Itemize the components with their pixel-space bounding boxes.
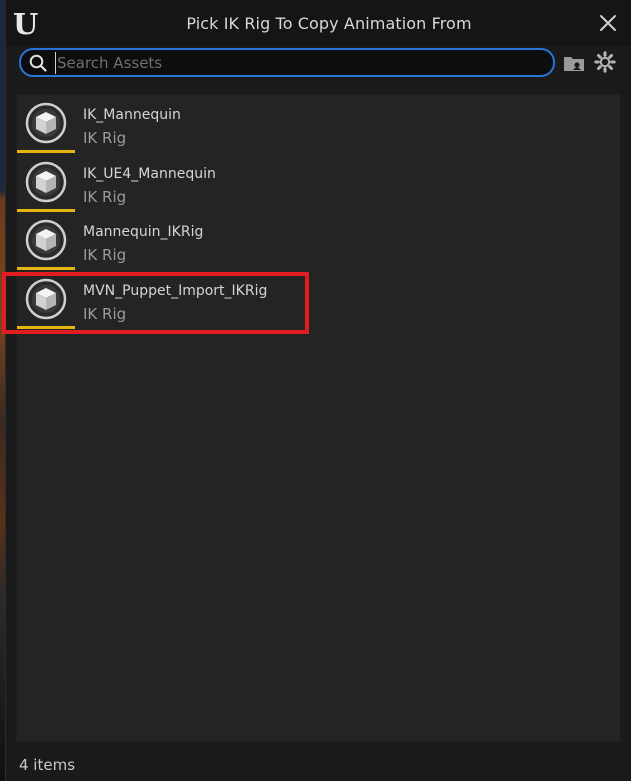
asset-item-mannequin-ikrig[interactable]: Mannequin_IKRig IK Rig	[17, 214, 622, 272]
picker-dialog: U Pick IK Rig To Copy Animation From Sea…	[5, 0, 631, 781]
asset-thumbnail	[17, 97, 75, 153]
asset-type: IK Rig	[83, 129, 127, 147]
ik-rig-cube-icon	[25, 102, 67, 144]
ik-rig-cube-icon	[25, 219, 67, 261]
asset-name: Mannequin_IKRig	[83, 224, 204, 240]
asset-thumbnail	[17, 214, 75, 270]
item-count: 4 items	[19, 756, 76, 774]
asset-type-color-bar	[17, 209, 75, 212]
gear-icon[interactable]	[594, 51, 616, 73]
search-icon	[29, 54, 47, 72]
asset-type-color-bar	[17, 267, 75, 270]
asset-list[interactable]: IK_Mannequin IK Rig IK_UE4_Mannequin IK …	[16, 94, 621, 742]
asset-item-ik-ue4-mannequin[interactable]: IK_UE4_Mannequin IK Rig	[17, 156, 622, 214]
title-bar: U Pick IK Rig To Copy Animation From	[6, 0, 631, 46]
asset-item-ik-mannequin[interactable]: IK_Mannequin IK Rig	[17, 97, 622, 155]
folder-icon[interactable]	[563, 53, 585, 73]
asset-name: IK_UE4_Mannequin	[83, 166, 216, 182]
selection-highlight-box	[2, 272, 309, 334]
asset-type-color-bar	[17, 150, 75, 153]
close-icon[interactable]	[598, 13, 618, 33]
asset-type: IK Rig	[83, 188, 127, 206]
search-bar[interactable]	[19, 48, 555, 77]
asset-thumbnail	[17, 156, 75, 212]
window-title: Pick IK Rig To Copy Animation From	[186, 14, 472, 33]
asset-type: IK Rig	[83, 246, 127, 264]
asset-name: IK_Mannequin	[83, 107, 181, 123]
ik-rig-cube-icon	[25, 161, 67, 203]
search-input[interactable]	[55, 52, 545, 74]
